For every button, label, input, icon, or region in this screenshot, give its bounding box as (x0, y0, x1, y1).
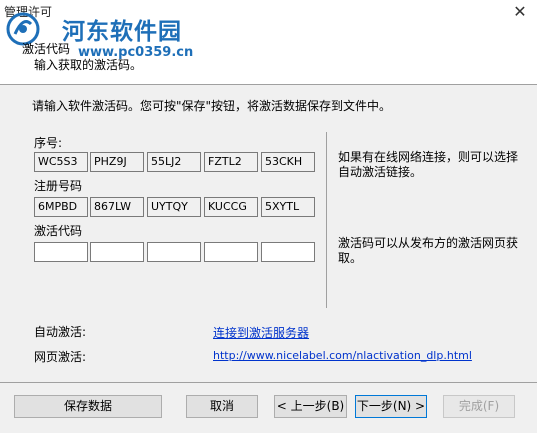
cancel-button[interactable]: 取消 (186, 395, 258, 418)
watermark-name: 河东软件园 (62, 18, 182, 45)
next-button[interactable]: 下一步(N) > (355, 395, 427, 418)
activation-field-3[interactable] (147, 242, 201, 262)
activation-label: 激活代码 (34, 224, 83, 238)
intro-text: 请输入软件激活码。您可按"保存"按钮，将激活数据保存到文件中。 (32, 99, 392, 113)
close-icon[interactable]: ✕ (512, 4, 528, 20)
registration-field-1: 6MPBD (34, 197, 88, 217)
auto-activation-label: 自动激活: (34, 325, 87, 339)
serial-field-2: PHZ9J (90, 152, 144, 172)
serial-field-1: WC5S3 (34, 152, 88, 172)
back-button[interactable]: < 上一步(B) (274, 395, 347, 418)
registration-field-2: 867LW (90, 197, 144, 217)
online-note: 如果有在线网络连接，则可以选择自动激活链接。 (338, 150, 519, 179)
registration-label: 注册号码 (34, 179, 83, 193)
web-activation-link[interactable]: http://www.nicelabel.com/nlactivation_dl… (213, 349, 472, 362)
registration-field-3: UYTQY (147, 197, 201, 217)
serial-label: 序号: (34, 136, 63, 150)
finish-button: 完成(F) (443, 395, 515, 418)
auto-activation-link[interactable]: 连接到激活服务器 (213, 324, 309, 341)
web-activation-label: 网页激活: (34, 350, 87, 364)
header-title: 激活代码 (22, 42, 71, 56)
footer-divider (0, 382, 537, 383)
serial-field-4: FZTL2 (204, 152, 258, 172)
serial-field-5: 53CKH (261, 152, 315, 172)
header-subtitle: 输入获取的激活码。 (34, 58, 143, 72)
serial-field-3: 55LJ2 (147, 152, 201, 172)
activation-field-5[interactable] (261, 242, 315, 262)
vertical-divider (326, 132, 327, 308)
web-note: 激活码可以从发布方的激活网页获取。 (338, 236, 519, 265)
activation-field-4[interactable] (204, 242, 258, 262)
activation-field-2[interactable] (90, 242, 144, 262)
registration-field-4: KUCCG (204, 197, 258, 217)
registration-field-5: 5XYTL (261, 197, 315, 217)
save-data-button[interactable]: 保存数据 (14, 395, 162, 418)
activation-field-1[interactable] (34, 242, 88, 262)
